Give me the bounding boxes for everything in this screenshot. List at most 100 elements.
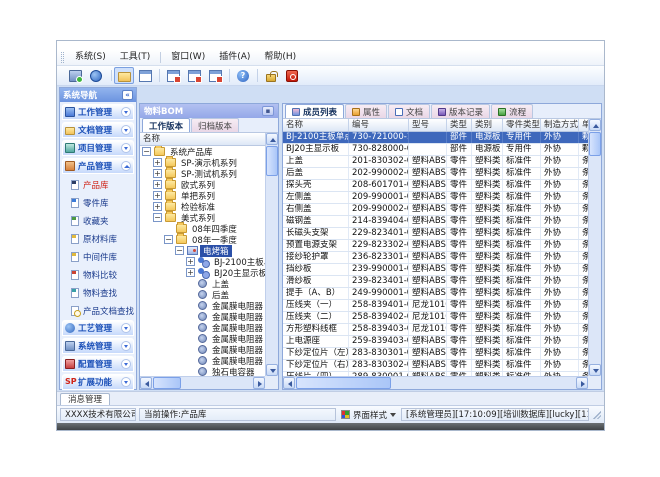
tree-item[interactable]: 金属膜电阻器 <box>140 333 267 344</box>
tree-item[interactable]: − 系统产品库 <box>140 146 267 157</box>
window-export-button[interactable] <box>184 67 204 84</box>
sidebar-collapse-button[interactable]: « <box>122 90 133 100</box>
tab-working-version[interactable]: 工作版本 <box>142 118 190 132</box>
menu-system[interactable]: 系统(S) <box>68 50 113 65</box>
tree-item[interactable]: 金属膜电阻器 <box>140 355 267 366</box>
pin-panel-button[interactable]: ▪ <box>262 106 274 116</box>
column-header[interactable]: 类型 <box>447 119 472 131</box>
power-button[interactable] <box>282 67 302 84</box>
scroll-thumb[interactable] <box>296 377 391 389</box>
sidebar-item[interactable]: 原材料库 <box>62 230 134 248</box>
tree-column-header[interactable]: 名称 <box>140 133 267 146</box>
tree-item[interactable]: 金属膜电阻器 <box>140 300 267 311</box>
table-row[interactable]: 长磁头支架 229-823401-00X 塑料ABS 零件 塑料类 标准件 外协… <box>283 228 590 240</box>
menu-plugins[interactable]: 插件(A) <box>212 50 257 65</box>
window-close-button[interactable] <box>163 67 183 84</box>
sidebar-item[interactable]: 物料比较 <box>62 266 134 284</box>
sidebar-item[interactable]: 产品库 <box>62 176 134 194</box>
table-row[interactable]: 左侧盖 209-990001-01X 塑料ABS 零件 塑料类 标准件 外协 条 <box>283 192 590 204</box>
tab-documents[interactable]: 文档 <box>388 104 430 118</box>
tree-item[interactable]: 独石电容器 <box>140 366 267 376</box>
scroll-left-button[interactable] <box>140 377 152 389</box>
table-row[interactable]: 预置电源支架 229-823302-00X 塑料ABS 零件 塑料类 标准件 外… <box>283 240 590 252</box>
tree-expander[interactable]: − <box>153 213 162 222</box>
chevron-down-icon[interactable] <box>121 341 131 351</box>
scroll-right-button[interactable] <box>576 377 588 389</box>
sidebar-item[interactable]: 中间件库 <box>62 248 134 266</box>
tree-vertical-scrollbar[interactable] <box>265 133 278 376</box>
tree-item[interactable]: 上盖 <box>140 278 267 289</box>
column-header[interactable]: 型号 <box>409 119 447 131</box>
tree-item[interactable]: 08年四季度 <box>140 223 267 234</box>
lock-button[interactable] <box>261 67 281 84</box>
tree-expander[interactable]: + <box>153 191 162 200</box>
window-delete-button[interactable] <box>205 67 225 84</box>
chevron-up-icon[interactable] <box>121 161 131 171</box>
scroll-up-button[interactable] <box>266 133 278 145</box>
tree-expander[interactable]: + <box>186 268 195 277</box>
table-row[interactable]: 磁钢盖 214-839404-01X 塑料ABS 零件 塑料类 标准件 外协 条 <box>283 216 590 228</box>
table-row[interactable]: 探头壳 208-601701-01X 塑料ABS 零件 塑料类 标准件 外协 条 <box>283 180 590 192</box>
table-row[interactable]: 接纱轮护罩 236-823301-00X 塑料ABS 零件 塑料类 标准件 外协… <box>283 252 590 264</box>
sidebar-section-project[interactable]: 项目管理 <box>62 140 134 156</box>
table-row[interactable]: BJ20主显示板 730-828000-04X 部件 电源板 专用件 外协 颗 <box>283 144 590 156</box>
tab-workflow[interactable]: 流程 <box>491 104 533 118</box>
tree-expander[interactable]: + <box>186 257 195 266</box>
tab-version-history[interactable]: 版本记录 <box>431 104 490 118</box>
table-row[interactable]: 方形塑料线框 258-839403-00X 尼龙1010 零件 塑料类 标准件 … <box>283 324 590 336</box>
scroll-down-button[interactable] <box>589 364 601 376</box>
column-header[interactable]: 零件类型 <box>503 119 541 131</box>
chevron-down-icon[interactable] <box>121 143 131 153</box>
scroll-right-button[interactable] <box>253 377 265 389</box>
help-button[interactable] <box>233 67 253 84</box>
sidebar-section-system[interactable]: 系统管理 <box>62 338 134 354</box>
table-row[interactable]: 上电源座 259-839403-00X 塑料ABS 零件 塑料类 标准件 外协 … <box>283 336 590 348</box>
table-row[interactable]: BJ-2100主板单点 730-721000-12X 部件 电源板 专用件 外协… <box>283 132 590 144</box>
sidebar-section-document[interactable]: 文档管理 <box>62 122 134 138</box>
tree-item[interactable]: + BJ-2100主板单点 <box>140 256 267 267</box>
tree-item[interactable]: 金属膜电阻器 <box>140 322 267 333</box>
table-row[interactable]: 挡纱板 239-990001-01X 塑料ABS 零件 塑料类 标准件 外协 条 <box>283 264 590 276</box>
tab-archived-version[interactable]: 归档版本 <box>191 118 239 132</box>
table-row[interactable]: 上盖 201-830302-00X 塑料ABS 零件 塑料类 标准件 外协 条 <box>283 156 590 168</box>
scroll-left-button[interactable] <box>283 377 295 389</box>
column-header[interactable]: 编号 <box>349 119 409 131</box>
globe-button[interactable] <box>86 67 106 84</box>
chevron-down-icon[interactable] <box>121 359 131 369</box>
table-row[interactable]: 滑纱板 239-823401-00X 塑料ABS 零件 塑料类 标准件 外协 条 <box>283 276 590 288</box>
tree-expander[interactable]: − <box>142 147 151 156</box>
table-horizontal-scrollbar[interactable] <box>283 376 588 389</box>
menu-tools[interactable]: 工具(T) <box>113 50 158 65</box>
sidebar-section-product[interactable]: 产品管理 <box>62 158 134 174</box>
tree-expander[interactable]: + <box>153 202 162 211</box>
chevron-down-icon[interactable] <box>121 107 131 117</box>
tree-item[interactable]: 金属膜电阻器 <box>140 311 267 322</box>
column-header[interactable]: 类别 <box>472 119 503 131</box>
chevron-down-icon[interactable] <box>121 125 131 135</box>
scroll-up-button[interactable] <box>589 119 601 131</box>
table-row[interactable]: 后盖 202-990002-01X 塑料ABS 零件 塑料类 标准件 外协 条 <box>283 168 590 180</box>
sidebar-section-work[interactable]: 工作管理 <box>62 104 134 120</box>
scroll-down-button[interactable] <box>266 364 278 376</box>
scroll-thumb[interactable] <box>589 132 601 156</box>
menu-help[interactable]: 帮助(H) <box>257 50 303 65</box>
ui-style-dropdown[interactable]: 界面样式 <box>339 409 398 421</box>
tree-item[interactable]: − 美式系列 <box>140 212 267 223</box>
folder-open-button[interactable] <box>114 67 134 84</box>
tree-item[interactable]: 后盖 <box>140 289 267 300</box>
sidebar-section-extension[interactable]: SP 扩展功能 <box>62 374 134 390</box>
table-row[interactable]: 下纱定位片（左） 283-830301-00X 塑料ABS 零件 塑料类 标准件… <box>283 348 590 360</box>
tree-item[interactable]: 金属膜电阻器 <box>140 344 267 355</box>
tree-expander[interactable]: + <box>153 158 162 167</box>
table-row[interactable]: 下纱定位片（右） 283-830302-00X 塑料ABS 零件 塑料类 标准件… <box>283 360 590 372</box>
table-row[interactable]: 压线夹（二） 258-839402-00X 尼龙1010 零件 塑料类 标准件 … <box>283 312 590 324</box>
tree-item[interactable]: + 检验标准 <box>140 201 267 212</box>
sidebar-section-config[interactable]: 配置管理 <box>62 356 134 372</box>
tree-item[interactable]: − 08年一季度 <box>140 234 267 245</box>
tab-properties[interactable]: 属性 <box>345 104 387 118</box>
tree-expander[interactable]: + <box>153 169 162 178</box>
column-header[interactable]: 名称 <box>283 119 349 131</box>
tree-horizontal-scrollbar[interactable] <box>140 376 265 389</box>
column-header[interactable]: 制造方式 <box>541 119 579 131</box>
chevron-down-icon[interactable] <box>121 323 131 333</box>
